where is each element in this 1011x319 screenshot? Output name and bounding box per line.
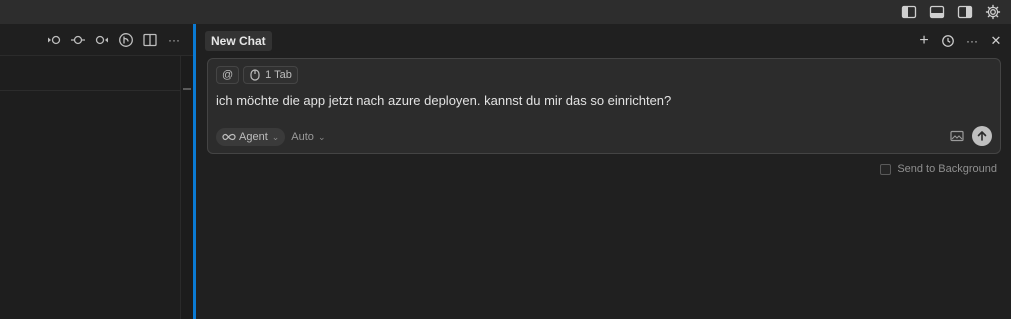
chevron-down-icon: ⌄ [271, 131, 280, 142]
send-button[interactable] [972, 126, 992, 146]
chat-composer[interactable]: @ 1 Tab ich möchte die app jetzt nach az… [207, 58, 1001, 154]
editor-tools: ··· [45, 31, 183, 49]
history-icon[interactable] [69, 31, 87, 49]
chat-input[interactable]: ich möchte die app jetzt nach azure depl… [216, 93, 671, 108]
go-forward-icon[interactable] [93, 31, 111, 49]
editor-toolbar: ··· [0, 24, 193, 56]
composer-options: Agent ⌄ Auto ⌄ [216, 128, 325, 146]
mention-button[interactable]: @ [216, 66, 240, 84]
send-to-background-checkbox[interactable] [880, 163, 892, 175]
editor-pane: ··· [0, 24, 193, 319]
source-control-icon[interactable] [117, 31, 135, 49]
mouse-icon [249, 69, 261, 81]
chat-actions: + ··· ✕ [915, 32, 1005, 50]
infinity-icon [222, 132, 236, 142]
chat-pane: New Chat + ··· ✕ @ 1 Tab ich möchte die … [196, 24, 1011, 319]
arrow-up-icon [977, 131, 987, 141]
composer-actions [950, 126, 992, 146]
scrollbar-thumb[interactable] [183, 88, 191, 90]
toggle-primary-sidebar-icon[interactable] [899, 2, 919, 22]
send-to-background-option[interactable]: Send to Background [880, 163, 997, 175]
context-chip[interactable]: 1 Tab [243, 66, 298, 84]
toggle-secondary-sidebar-icon[interactable] [955, 2, 975, 22]
history-icon[interactable] [939, 32, 957, 50]
chevron-down-icon: ⌄ [317, 131, 326, 142]
settings-gear-icon[interactable] [983, 2, 1003, 22]
context-chip-label: 1 Tab [265, 69, 292, 81]
editor-scrollbar[interactable] [180, 56, 193, 319]
more-actions-icon[interactable]: ··· [963, 32, 981, 50]
image-attach-icon[interactable] [950, 129, 964, 143]
title-bar [0, 0, 1011, 24]
toggle-panel-icon[interactable] [927, 2, 947, 22]
chat-header: New Chat + ··· ✕ [196, 24, 1011, 56]
layout-actions [899, 2, 1003, 22]
model-selector[interactable]: Auto ⌄ [291, 131, 325, 143]
go-back-icon[interactable] [45, 31, 63, 49]
mode-label: Agent [239, 131, 268, 143]
send-to-background-label: Send to Background [897, 163, 997, 175]
more-actions-icon[interactable]: ··· [165, 31, 183, 49]
new-chat-icon[interactable]: + [915, 32, 933, 50]
split-editor-icon[interactable] [141, 31, 159, 49]
model-label: Auto [291, 131, 314, 143]
chat-tab[interactable]: New Chat [205, 31, 272, 51]
mode-selector[interactable]: Agent ⌄ [216, 128, 286, 146]
editor-divider [0, 90, 180, 91]
close-icon[interactable]: ✕ [987, 32, 1005, 50]
context-chips: @ 1 Tab [216, 66, 298, 84]
